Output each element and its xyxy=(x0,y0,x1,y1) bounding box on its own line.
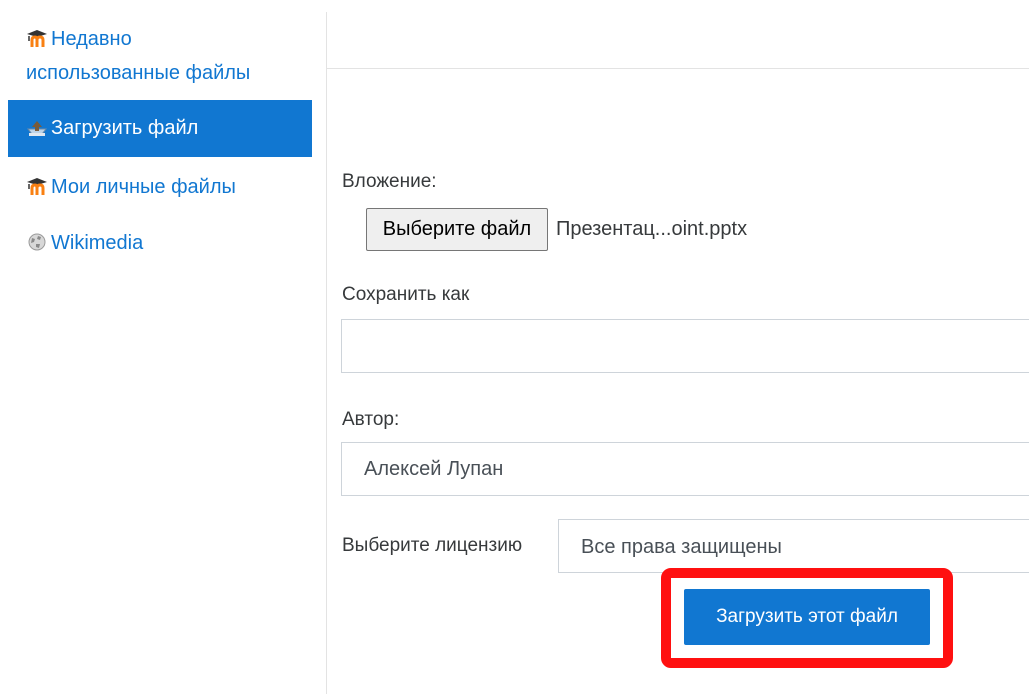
upload-icon xyxy=(26,103,48,136)
author-input[interactable] xyxy=(341,442,1029,496)
license-label: Выберите лицензию xyxy=(342,535,523,556)
save-as-label: Сохранить как xyxy=(342,284,470,305)
wikimedia-icon xyxy=(26,229,48,251)
choose-file-button[interactable]: Выберите файл xyxy=(366,208,548,251)
sidebar-item-recent-files[interactable]: Недавно использованные файлы xyxy=(8,22,312,90)
sidebar-divider xyxy=(326,12,327,694)
sidebar-item-upload-file[interactable]: Загрузить файл xyxy=(8,100,312,157)
author-label: Автор: xyxy=(342,409,400,430)
moodle-icon xyxy=(26,25,48,47)
sidebar-item-label: Загрузить файл xyxy=(51,117,199,139)
repository-sidebar: Недавно использованные файлы Загрузить ф… xyxy=(0,0,312,694)
sidebar-item-wikimedia[interactable]: Wikimedia xyxy=(8,226,312,260)
moodle-icon xyxy=(26,173,48,195)
attachment-label: Вложение: xyxy=(342,171,437,192)
sidebar-item-label: Недавно xyxy=(51,28,132,50)
header-divider xyxy=(327,68,1029,69)
file-picker-dialog: Недавно использованные файлы Загрузить ф… xyxy=(0,0,1029,694)
sidebar-item-label: Wikimedia xyxy=(51,232,144,254)
sidebar-item-label: Мои личные файлы xyxy=(51,176,236,198)
selected-file-name: Презентац...oint.pptx xyxy=(556,218,748,240)
sidebar-item-private-files[interactable]: Мои личные файлы xyxy=(8,170,312,204)
save-as-input[interactable] xyxy=(341,319,1029,373)
license-select[interactable]: Все права защищены xyxy=(558,519,1029,573)
upload-file-button[interactable]: Загрузить этот файл xyxy=(684,589,930,645)
sidebar-item-label-line2: использованные файлы xyxy=(26,62,251,84)
